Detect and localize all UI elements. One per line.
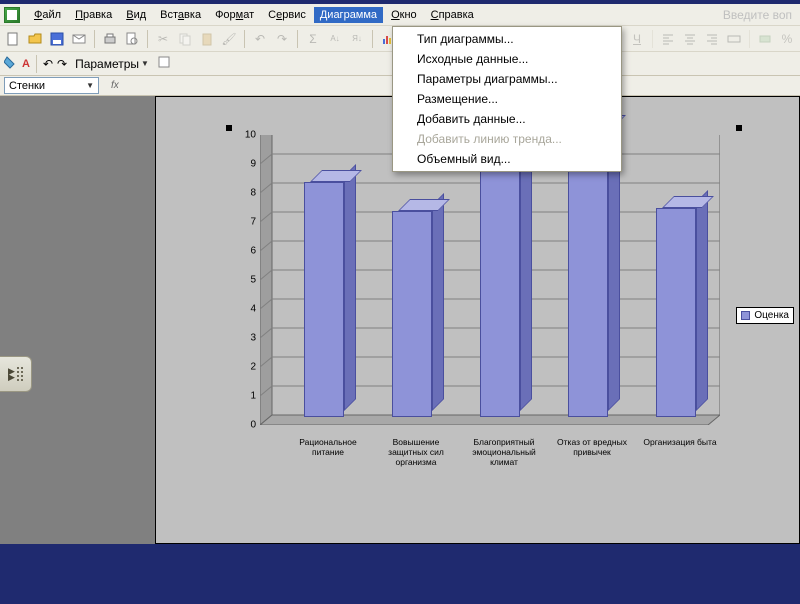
menu-chart[interactable]: Диаграмма [314, 7, 383, 23]
y-axis-labels: 012345678910 [236, 135, 256, 425]
selection-handle[interactable] [226, 125, 232, 131]
selection-handle[interactable] [736, 125, 742, 131]
chart-menu-dropdown: Тип диаграммы... Исходные данные... Пара… [392, 26, 622, 172]
taskpane-toggle[interactable]: ▶▶ [0, 356, 32, 392]
name-box-value: Стенки [9, 80, 45, 92]
fill-color-icon[interactable] [4, 55, 18, 72]
y-tick-label: 10 [245, 130, 256, 141]
chart-area[interactable]: 0 1 2 3 4 5 6 7 8 9 10 Рациональное питаниеВовышен… [216, 117, 789, 487]
y-tick-label: 8 [250, 188, 256, 199]
gray-gutter: ▶▶ [0, 96, 155, 544]
fx-icon[interactable]: fx [111, 80, 119, 91]
redo-icon[interactable]: ↷ [273, 30, 291, 48]
menu-window[interactable]: Окно [385, 7, 423, 23]
open-icon[interactable] [26, 30, 44, 48]
legend-label: Оценка [754, 310, 789, 321]
font-color-icon[interactable]: А [22, 58, 30, 70]
sort-asc-icon[interactable]: А↓ [326, 30, 344, 48]
menu-insert[interactable]: Вставка [154, 7, 207, 23]
align-left-icon[interactable] [659, 30, 677, 48]
legend[interactable]: Оценка [736, 307, 794, 324]
x-tick-label: Отказ от вредных привычек [548, 437, 636, 467]
underline-icon[interactable]: Ч [628, 30, 646, 48]
sort-desc-icon[interactable]: Я↓ [348, 30, 366, 48]
x-axis-labels: Рациональное питаниеВовышение защитных с… [284, 437, 724, 467]
toolbar-options-icon[interactable] [157, 55, 171, 72]
chevron-down-icon: ▼ [141, 59, 149, 68]
redo2-icon[interactable]: ↷ [57, 57, 67, 71]
app-icon [4, 7, 20, 23]
mail-icon[interactable] [70, 30, 88, 48]
menu-chart-options[interactable]: Параметры диаграммы... [393, 69, 621, 89]
menu-edit[interactable]: Правка [69, 7, 118, 23]
y-tick-label: 7 [250, 217, 256, 228]
save-icon[interactable] [48, 30, 66, 48]
undo2-icon[interactable]: ↶ [43, 57, 53, 71]
y-tick-label: 5 [250, 275, 256, 286]
y-tick-label: 9 [250, 159, 256, 170]
menu-chart-type[interactable]: Тип диаграммы... [393, 29, 621, 49]
x-tick-label: Благоприятный эмоциональный климат [460, 437, 548, 467]
cut-icon[interactable]: ✂ [154, 30, 172, 48]
menu-3d-view[interactable]: Объемный вид... [393, 149, 621, 169]
y-tick-label: 0 [250, 420, 256, 431]
y-tick-label: 3 [250, 333, 256, 344]
merge-icon[interactable] [725, 30, 743, 48]
y-tick-label: 2 [250, 362, 256, 373]
y-tick-label: 6 [250, 246, 256, 257]
menu-tools[interactable]: Сервис [262, 7, 312, 23]
name-box[interactable]: Стенки ▼ [4, 77, 99, 94]
x-tick-label: Рациональное питание [284, 437, 372, 467]
align-center-icon[interactable] [681, 30, 699, 48]
copy-icon[interactable] [176, 30, 194, 48]
chevron-right-icon: ▶▶ [8, 368, 15, 380]
menu-add-trendline: Добавить линию тренда... [393, 129, 621, 149]
chevron-down-icon: ▼ [86, 81, 94, 90]
autosum-icon[interactable]: Σ [304, 30, 322, 48]
print-icon[interactable] [101, 30, 119, 48]
align-right-icon[interactable] [703, 30, 721, 48]
y-tick-label: 4 [250, 304, 256, 315]
paste-icon[interactable] [198, 30, 216, 48]
y-tick-label: 1 [250, 391, 256, 402]
preview-icon[interactable] [123, 30, 141, 48]
bars-layer [260, 135, 720, 425]
menu-source-data[interactable]: Исходные данные... [393, 49, 621, 69]
parameters-label: Параметры [75, 57, 139, 71]
menu-file[interactable]: Файл [28, 7, 67, 23]
menu-view[interactable]: Вид [120, 7, 152, 23]
new-icon[interactable] [4, 30, 22, 48]
menu-format[interactable]: Формат [209, 7, 260, 23]
menubar: Файл Правка Вид Вставка Формат Сервис Ди… [0, 4, 800, 26]
parameters-dropdown[interactable]: Параметры ▼ [71, 56, 153, 72]
legend-swatch [741, 311, 750, 320]
percent-icon[interactable]: % [778, 30, 796, 48]
x-tick-label: Вовышение защитных сил организма [372, 437, 460, 467]
menu-help[interactable]: Справка [425, 7, 480, 23]
x-tick-label: Организация быта [636, 437, 724, 467]
menu-add-data[interactable]: Добавить данные... [393, 109, 621, 129]
currency-icon[interactable] [756, 30, 774, 48]
menu-location[interactable]: Размещение... [393, 89, 621, 109]
undo-icon[interactable]: ↶ [251, 30, 269, 48]
ask-help-input[interactable]: Введите воп [723, 8, 796, 22]
format-painter-icon[interactable]: 🖌 [220, 30, 238, 48]
